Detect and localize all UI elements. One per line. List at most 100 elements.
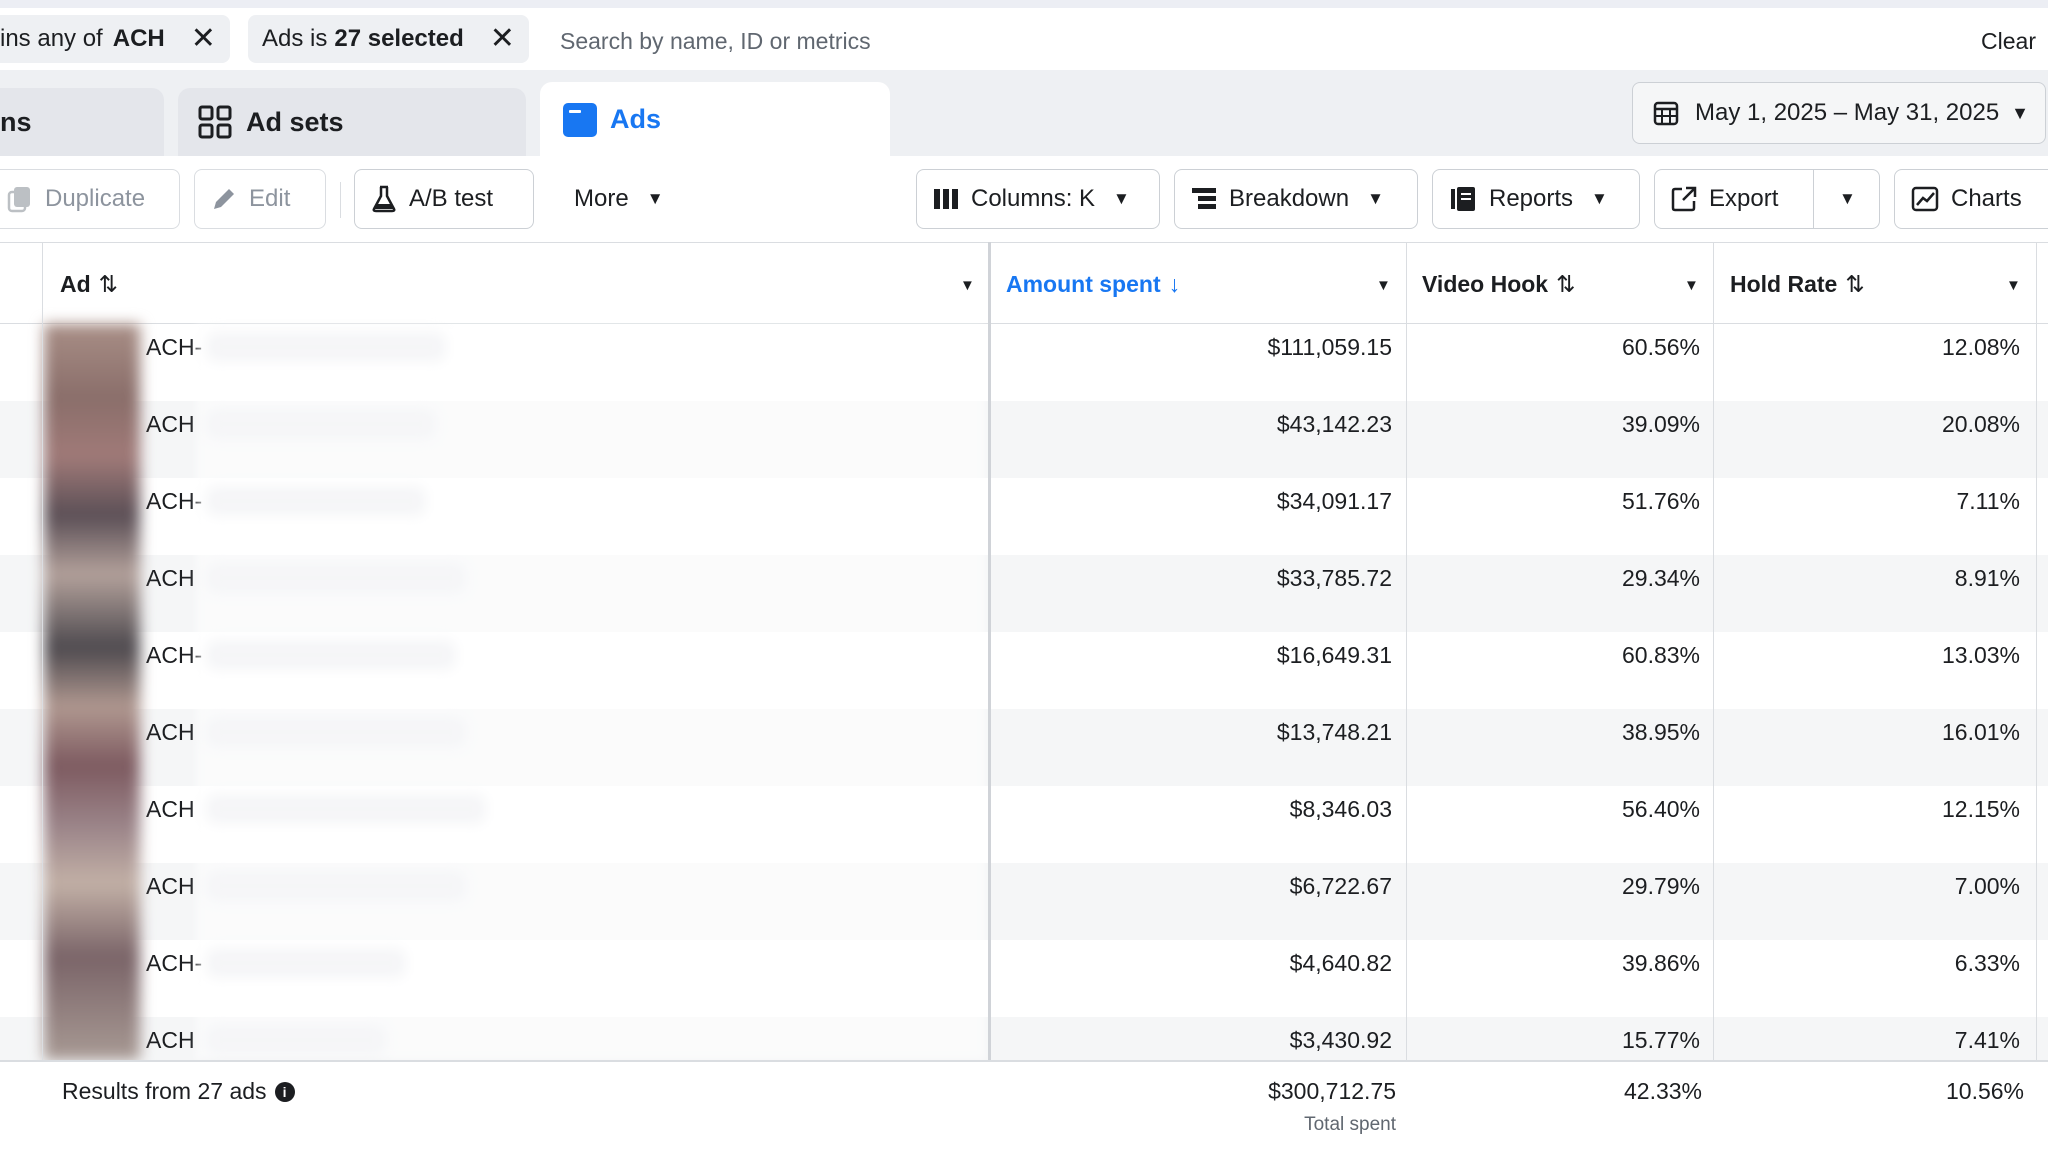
results-label: Results from 27 ads: [62, 1078, 267, 1104]
close-icon[interactable]: ✕: [490, 24, 515, 54]
tab-label: Ad sets: [246, 106, 344, 137]
hold-rate-cell: 12.08%: [1941, 334, 2020, 360]
export-icon: [1671, 186, 1697, 212]
reports-label: Reports: [1489, 185, 1574, 212]
duplicate-label: Duplicate: [45, 185, 146, 212]
ad-name[interactable]: ACH: [146, 873, 195, 900]
ad-name[interactable]: ACH: [146, 411, 195, 438]
column-divider: [1406, 242, 1407, 1174]
ad-name[interactable]: ACH: [146, 565, 195, 592]
export-button-group: Export ▼: [1654, 169, 1880, 229]
date-range-picker[interactable]: May 1, 2025 – May 31, 2025 ▼: [1632, 82, 2046, 144]
filter-chip-name-contains[interactable]: ins any of ACH ✕: [0, 15, 230, 63]
filter-chip-ads-selected[interactable]: Ads is 27 selected ✕: [248, 15, 529, 63]
table-header: Ad ⇅ ▼ Amount spent ↓ ▼ Video Hook ⇅ ▼ H…: [0, 242, 2048, 324]
filter-chip-value: ACH: [112, 25, 165, 52]
total-video-hook: 42.33%: [1623, 1078, 1702, 1104]
video-hook-cell: 51.76%: [1621, 488, 1700, 514]
hold-rate-cell: 20.08%: [1941, 411, 2020, 437]
toolbar: Duplicate Edit A/B test More ▼ Columns: …: [0, 156, 2048, 242]
total-amount-spent-label: Total spent: [1304, 1114, 1396, 1135]
results-summary: Results from 27 ads i: [62, 1078, 295, 1105]
tab-ads[interactable]: Ads: [540, 82, 890, 156]
filter-chip-value: 27 selected: [334, 25, 464, 52]
breakdown-label: Breakdown: [1229, 185, 1350, 212]
chevron-down-icon[interactable]: ▼: [1839, 189, 1856, 209]
ab-test-button[interactable]: A/B test: [354, 169, 534, 229]
chevron-down-icon: ▼: [1367, 189, 1384, 208]
hold-rate-cell: 13.03%: [1941, 642, 2020, 668]
total-hold-rate: 10.56%: [1945, 1078, 2024, 1104]
edit-button[interactable]: Edit: [194, 169, 326, 229]
ad-name[interactable]: ACH-: [146, 488, 202, 515]
column-label: Ad: [60, 270, 91, 297]
clear-filters-button[interactable]: Clear: [1981, 28, 2036, 55]
charts-button[interactable]: Charts: [1894, 169, 2048, 229]
blurred-name-overlay: [196, 324, 986, 1060]
close-icon[interactable]: ✕: [191, 24, 216, 54]
export-button[interactable]: Export: [1709, 185, 1778, 213]
columns-icon: [933, 187, 959, 211]
tab-ad-sets[interactable]: Ad sets: [178, 88, 526, 156]
chevron-down-icon[interactable]: ▼: [2006, 277, 2021, 294]
toolbar-divider: [340, 182, 341, 218]
ad-name[interactable]: ACH-: [146, 334, 202, 361]
chevron-down-icon[interactable]: ▼: [1684, 277, 1699, 294]
column-label: Amount spent: [1006, 270, 1161, 297]
column-divider: [42, 242, 43, 1174]
amount-spent-cell: $16,649.31: [1276, 642, 1392, 668]
more-label: More: [574, 185, 629, 212]
calendar-icon: [1653, 100, 1679, 126]
column-header-video-hook[interactable]: Video Hook ⇅: [1422, 243, 1575, 325]
chevron-down-icon[interactable]: ▼: [1376, 277, 1391, 294]
chevron-down-icon[interactable]: ▼: [960, 277, 975, 294]
amount-spent-cell: $4,640.82: [1289, 950, 1392, 976]
chevron-down-icon: ▼: [2011, 102, 2029, 123]
chevron-down-icon: ▼: [1591, 189, 1608, 208]
sort-icon[interactable]: ⇅: [99, 271, 118, 298]
hold-rate-cell: 6.33%: [1954, 950, 2020, 976]
search-input[interactable]: Search by name, ID or metrics: [560, 28, 871, 55]
ad-name[interactable]: ACH-: [146, 950, 202, 977]
reports-button[interactable]: Reports ▼: [1432, 169, 1640, 229]
amount-spent-cell: $6,722.67: [1289, 873, 1392, 899]
column-label: Hold Rate: [1730, 270, 1838, 297]
amount-spent-cell: $3,430.92: [1289, 1027, 1392, 1053]
breakdown-button[interactable]: Breakdown ▼: [1174, 169, 1418, 229]
column-header-amount-spent[interactable]: Amount spent ↓: [1006, 243, 1180, 325]
column-header-hold-rate[interactable]: Hold Rate ⇅: [1730, 243, 1865, 325]
tab-campaigns[interactable]: ns: [0, 88, 164, 156]
column-header-ad[interactable]: Ad ⇅: [60, 243, 118, 325]
columns-button[interactable]: Columns: K ▼: [916, 169, 1160, 229]
video-hook-cell: 15.77%: [1621, 1027, 1700, 1053]
video-hook-cell: 39.86%: [1621, 950, 1700, 976]
filter-chip-prefix: Ads is: [262, 25, 328, 52]
ads-icon: [562, 102, 597, 137]
duplicate-button[interactable]: Duplicate: [0, 169, 180, 229]
duplicate-icon: [7, 185, 33, 213]
amount-spent-cell: $34,091.17: [1276, 488, 1392, 514]
ad-name[interactable]: ACH: [146, 719, 195, 746]
video-hook-cell: 39.09%: [1621, 411, 1700, 437]
more-button[interactable]: More ▼: [558, 169, 682, 229]
sort-icon[interactable]: ⇅: [1556, 271, 1575, 298]
ad-name[interactable]: ACH: [146, 1027, 195, 1054]
total-amount-spent: $300,712.75: [1268, 1078, 1396, 1104]
hold-rate-cell: 8.91%: [1954, 565, 2020, 591]
info-icon[interactable]: i: [274, 1081, 295, 1102]
column-divider: [2036, 242, 2037, 1174]
reports-icon: [1449, 185, 1477, 213]
chevron-down-icon: ▼: [1113, 189, 1130, 208]
ad-sets-icon: [198, 105, 232, 139]
ad-name[interactable]: ACH: [146, 796, 195, 823]
chart-icon: [1911, 186, 1939, 212]
video-hook-cell: 60.83%: [1621, 642, 1700, 668]
breakdown-icon: [1191, 186, 1217, 212]
sort-descending-icon[interactable]: ↓: [1169, 271, 1181, 298]
sort-icon[interactable]: ⇅: [1845, 271, 1864, 298]
date-range-label: May 1, 2025 – May 31, 2025: [1695, 99, 2000, 126]
chevron-down-icon: ▼: [646, 189, 664, 208]
edit-label: Edit: [249, 185, 291, 212]
hold-rate-cell: 7.00%: [1954, 873, 2020, 899]
ad-name[interactable]: ACH-: [146, 642, 202, 669]
